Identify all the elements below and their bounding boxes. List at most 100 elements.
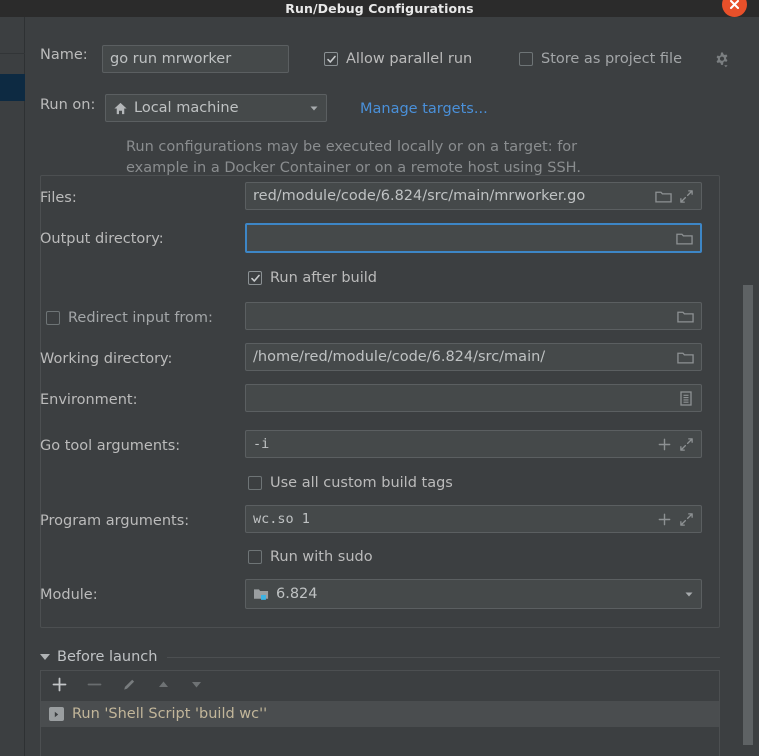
store-as-project-file-checkbox[interactable]: Store as project file	[519, 45, 682, 73]
vertical-scrollbar-thumb[interactable]	[743, 285, 753, 745]
program-arguments-input[interactable]: wc.so 1	[245, 505, 702, 533]
use-all-custom-build-tags-checkbox[interactable]: Use all custom build tags	[248, 472, 453, 494]
selected-configuration-row[interactable]	[0, 74, 25, 101]
allow-parallel-run-label: Allow parallel run	[346, 51, 473, 67]
go-tool-arguments-value: -i	[253, 436, 270, 452]
arrow-up-icon	[159, 681, 168, 687]
files-input[interactable]: red/module/code/6.824/src/main/mrworker.…	[245, 182, 702, 210]
collapse-arrow-icon	[40, 654, 50, 660]
module-combobox[interactable]: 6.824	[245, 579, 702, 609]
chevron-down-icon	[685, 592, 693, 597]
run-with-sudo-box	[248, 550, 262, 564]
before-launch-task-label: Run 'Shell Script 'build wc''	[72, 706, 268, 722]
remove-task-button[interactable]	[86, 676, 103, 697]
expand-icon	[680, 437, 693, 451]
store-as-project-file-label: Store as project file	[541, 51, 682, 67]
folder-icon	[677, 311, 694, 323]
run-on-hint: Run configurations may be executed local…	[126, 137, 581, 179]
before-launch-divider	[167, 656, 720, 658]
configuration-editor-panel: Name: go run mrworker Allow parallel run…	[26, 17, 759, 756]
run-on-row: Run on:	[40, 97, 95, 113]
gear-icon	[716, 52, 728, 68]
move-task-up-button[interactable]	[156, 677, 171, 696]
module-value: 6.824	[276, 586, 318, 602]
output-directory-row: Output directory:	[40, 225, 164, 253]
redirect-input-label: Redirect input from:	[68, 310, 213, 326]
configuration-list-strip[interactable]	[0, 17, 25, 756]
vertical-scrollbar[interactable]	[743, 262, 753, 752]
files-label: Files:	[40, 190, 77, 206]
plus-icon	[658, 513, 671, 525]
folder-icon	[676, 233, 693, 245]
go-tool-arguments-input[interactable]: -i	[245, 430, 702, 458]
module-folder-icon	[254, 588, 269, 600]
name-row: Name:	[40, 47, 88, 63]
before-launch-header[interactable]: Before launch	[40, 649, 720, 665]
folder-icon	[655, 191, 672, 203]
store-as-project-file-box	[519, 52, 533, 66]
home-icon	[114, 102, 127, 114]
module-label: Module:	[40, 587, 98, 603]
run-on-label: Run on:	[40, 97, 96, 113]
environment-variables-icon	[680, 390, 692, 406]
working-directory-row: Working directory:	[40, 345, 172, 373]
move-task-down-button[interactable]	[189, 677, 204, 696]
before-launch-title: Before launch	[57, 649, 158, 665]
program-arguments-value: wc.so 1	[253, 511, 310, 527]
before-launch-toolbar	[41, 671, 719, 701]
environment-input[interactable]	[245, 384, 702, 412]
use-all-custom-build-tags-box	[248, 476, 262, 490]
plus-icon	[658, 438, 671, 450]
before-launch-task-item[interactable]: Run 'Shell Script 'build wc''	[41, 701, 719, 727]
working-directory-input-value: /home/red/module/code/6.824/src/main/	[253, 349, 546, 365]
chevron-down-icon	[310, 106, 318, 111]
run-on-hint-line1: Run configurations may be executed local…	[126, 139, 578, 155]
output-directory-label: Output directory:	[40, 231, 164, 247]
redirect-input-field[interactable]	[245, 302, 702, 330]
allow-parallel-run-checkbox[interactable]: Allow parallel run	[324, 45, 472, 73]
before-launch-panel: Run 'Shell Script 'build wc''	[40, 670, 720, 756]
folder-icon	[677, 352, 694, 364]
environment-row: Environment:	[40, 386, 137, 414]
window-titlebar: Run/Debug Configurations	[0, 0, 759, 17]
output-directory-input[interactable]	[245, 223, 702, 253]
run-on-value: Local machine	[134, 100, 239, 116]
name-label: Name:	[40, 47, 88, 63]
name-input[interactable]: go run mrworker	[102, 45, 289, 73]
run-on-combobox[interactable]: Local machine	[105, 94, 327, 122]
go-tool-arguments-row: Go tool arguments:	[40, 432, 180, 460]
run-with-sudo-checkbox[interactable]: Run with sudo	[248, 546, 373, 568]
minus-icon	[87, 683, 102, 685]
go-tool-arguments-label: Go tool arguments:	[40, 438, 181, 454]
name-input-value: go run mrworker	[110, 51, 232, 67]
redirect-input-checkbox[interactable]: Redirect input from:	[46, 304, 213, 332]
project-file-settings-button[interactable]	[713, 51, 731, 73]
window-title: Run/Debug Configurations	[285, 0, 474, 16]
plus-icon	[52, 677, 67, 691]
check-icon	[326, 55, 336, 63]
use-all-custom-build-tags-label: Use all custom build tags	[270, 475, 453, 491]
strip-divider	[0, 53, 25, 54]
environment-label: Environment:	[40, 392, 138, 408]
add-task-button[interactable]	[51, 676, 68, 697]
expand-icon	[680, 189, 693, 203]
manage-targets-link[interactable]: Manage targets...	[360, 98, 488, 117]
pencil-icon	[124, 679, 135, 690]
program-arguments-row: Program arguments:	[40, 507, 189, 535]
arrow-down-icon	[192, 681, 201, 687]
files-input-value: red/module/code/6.824/src/main/mrworker.…	[253, 188, 586, 204]
check-icon	[250, 274, 260, 282]
run-after-build-checkbox[interactable]: Run after build	[248, 267, 377, 289]
run-after-build-label: Run after build	[270, 270, 377, 286]
working-directory-input[interactable]: /home/red/module/code/6.824/src/main/	[245, 343, 702, 371]
program-arguments-label: Program arguments:	[40, 513, 190, 529]
files-row: Files:	[40, 184, 77, 212]
working-directory-label: Working directory:	[40, 351, 173, 367]
run-script-icon	[49, 707, 64, 721]
redirect-input-box	[46, 311, 60, 325]
run-after-build-box	[248, 271, 262, 285]
expand-icon	[680, 512, 693, 526]
allow-parallel-run-box	[324, 52, 338, 66]
edit-task-button[interactable]	[121, 676, 138, 697]
close-icon	[730, 0, 739, 9]
